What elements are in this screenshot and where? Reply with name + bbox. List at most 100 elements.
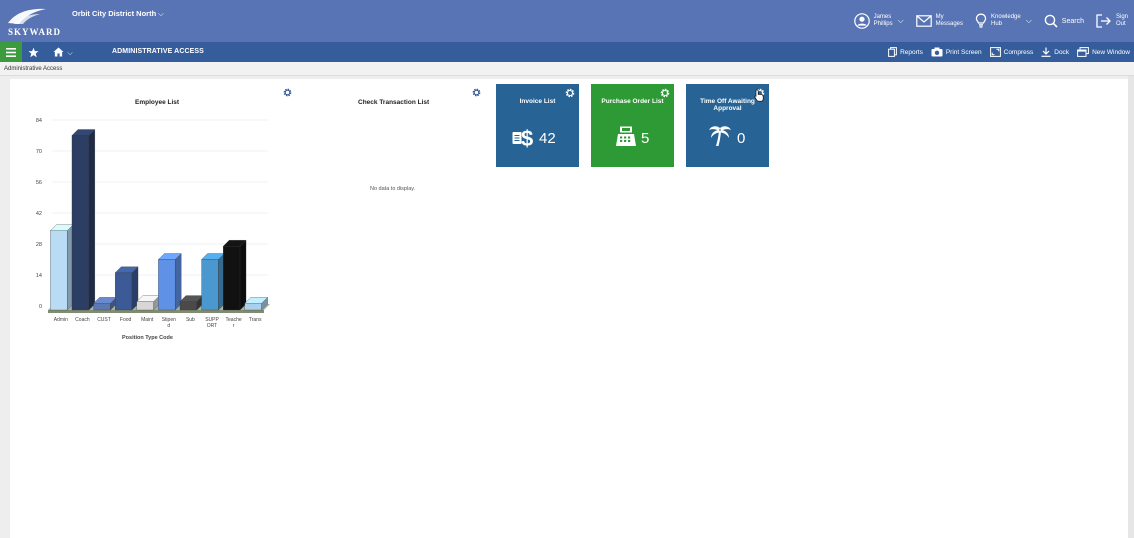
- reports-icon: [888, 47, 897, 57]
- y-tick-label: 28: [36, 242, 42, 248]
- user-avatar-icon: [853, 13, 870, 29]
- gear-icon[interactable]: [565, 88, 575, 98]
- x-tick-label: ORT: [207, 323, 217, 329]
- gear-icon[interactable]: [660, 88, 670, 98]
- hand-cursor-icon: [754, 89, 764, 102]
- print-screen-button[interactable]: Print Screen: [931, 47, 982, 57]
- no-data-message: No data to display.: [370, 186, 416, 192]
- reports-label: Reports: [900, 48, 923, 56]
- messages-label-bottom: Messages: [935, 21, 964, 27]
- tile-value: 0: [737, 130, 746, 147]
- bar-front: [201, 259, 219, 311]
- x-tick-label: Sub: [186, 317, 195, 323]
- x-tick-label: Food: [120, 317, 132, 323]
- y-tick-label: 84: [36, 118, 42, 124]
- my-messages-button[interactable]: My Messages: [915, 14, 964, 28]
- messages-label-top: My: [935, 14, 944, 20]
- search-icon: [1044, 14, 1058, 28]
- skyward-logo[interactable]: SKYWARD: [6, 6, 62, 38]
- print-screen-label: Print Screen: [945, 48, 982, 56]
- home-menu-button[interactable]: ⌵: [44, 42, 82, 62]
- employee-list-chart: 0142842567084Admin Coach CUST Food Maint Stip…: [36, 118, 270, 329]
- logo-text: SKYWARD: [8, 27, 61, 37]
- chart-bar: [71, 129, 96, 311]
- chart-bar: [114, 266, 139, 311]
- chart-bar: [222, 239, 247, 311]
- reports-button[interactable]: Reports: [888, 47, 923, 57]
- bar-front: [50, 230, 68, 311]
- gear-icon[interactable]: [283, 88, 292, 97]
- dock-button[interactable]: Dock: [1041, 47, 1069, 57]
- chevron-down-icon: ⌵: [67, 50, 73, 57]
- home-icon: [53, 47, 64, 57]
- palm-tree-icon: [709, 126, 731, 146]
- tile-title: Purchase Order List: [601, 98, 664, 105]
- tile-value: 5: [641, 130, 650, 147]
- bar-front: [179, 301, 197, 311]
- new-window-button[interactable]: New Window: [1077, 47, 1130, 57]
- dock-label: Dock: [1054, 48, 1070, 56]
- compress-button[interactable]: Compress: [989, 47, 1033, 57]
- sign-out-icon: [1096, 14, 1111, 28]
- search-button[interactable]: Search: [1044, 14, 1084, 28]
- gear-icon[interactable]: [472, 88, 481, 97]
- tile-title: Invoice List: [519, 98, 556, 105]
- y-tick-label: 0: [39, 304, 42, 310]
- favorites-button[interactable]: [24, 42, 42, 62]
- search-label: Search: [1061, 17, 1084, 25]
- signout-label-top: Sign: [1115, 14, 1128, 20]
- bar-front: [93, 303, 111, 311]
- employee-list-title: Employee List: [135, 99, 180, 106]
- breadcrumb: Administrative Access: [4, 66, 63, 72]
- y-tick-label: 14: [36, 273, 42, 279]
- bar-front: [158, 259, 176, 311]
- vertical-scrollbar[interactable]: [1128, 76, 1134, 538]
- district-name: Orbit City District North: [72, 9, 157, 18]
- sign-out-button[interactable]: Sign Out: [1096, 14, 1128, 28]
- chart-floor-edge: [48, 310, 264, 313]
- invoice-list-tile[interactable]: Invoice List $ 42: [496, 84, 579, 167]
- bar-front: [223, 246, 241, 311]
- dock-arrow-icon: [1041, 47, 1051, 57]
- chevron-down-icon: ⌵: [158, 9, 164, 18]
- bar-side: [88, 129, 95, 311]
- district-selector[interactable]: Orbit City District North ⌵: [72, 9, 164, 19]
- user-first-name: James: [873, 14, 892, 20]
- user-menu[interactable]: James Phillips ⌵: [853, 13, 904, 29]
- new-window-icon: [1077, 47, 1089, 57]
- chevron-down-icon: ⌵: [897, 16, 904, 25]
- camera-icon: [931, 47, 943, 57]
- y-tick-label: 56: [36, 180, 42, 186]
- chevron-down-icon: ⌵: [1025, 16, 1032, 25]
- x-axis-title: Position Type Code: [122, 335, 173, 341]
- chart-bar: [158, 253, 182, 311]
- cash-register-icon: [616, 126, 636, 146]
- hamburger-menu-button[interactable]: [0, 42, 22, 62]
- svg-text:$: $: [521, 126, 533, 148]
- y-tick-label: 70: [36, 149, 42, 155]
- tile-value: 42: [539, 130, 556, 147]
- lightbulb-icon: [975, 13, 987, 28]
- purchase-order-list-tile[interactable]: Purchase Order List 5: [591, 84, 674, 167]
- knowledge-hub-menu[interactable]: Knowledge Hub ⌵: [975, 13, 1032, 29]
- x-tick-label: d: [167, 323, 170, 329]
- hamburger-icon: [6, 47, 16, 57]
- breadcrumb-bar: Administrative Access: [0, 62, 1134, 76]
- x-tick-label: r: [233, 323, 235, 329]
- bar-front: [136, 301, 154, 311]
- top-header-bar: SKYWARD Orbit City District North ⌵ James…: [0, 0, 1134, 42]
- star-icon: [27, 47, 39, 57]
- x-tick-label: Admin: [54, 317, 68, 323]
- chart-bar: [201, 253, 225, 311]
- signout-label-bottom: Out: [1115, 21, 1126, 27]
- invoice-dollar-icon: $: [512, 126, 533, 148]
- x-tick-label: Trans: [249, 317, 262, 323]
- page-title: ADMINISTRATIVE ACCESS: [112, 48, 204, 55]
- bar-front: [115, 272, 133, 311]
- navigation-bar: ⌵ ADMINISTRATIVE ACCESS Reports Print Sc…: [0, 42, 1134, 62]
- x-tick-label: Coach: [75, 317, 90, 323]
- check-transaction-title: Check Transaction List: [358, 99, 430, 106]
- y-tick-label: 42: [36, 211, 42, 217]
- knowledge-label-top: Knowledge: [991, 14, 1021, 20]
- envelope-icon: [915, 15, 932, 27]
